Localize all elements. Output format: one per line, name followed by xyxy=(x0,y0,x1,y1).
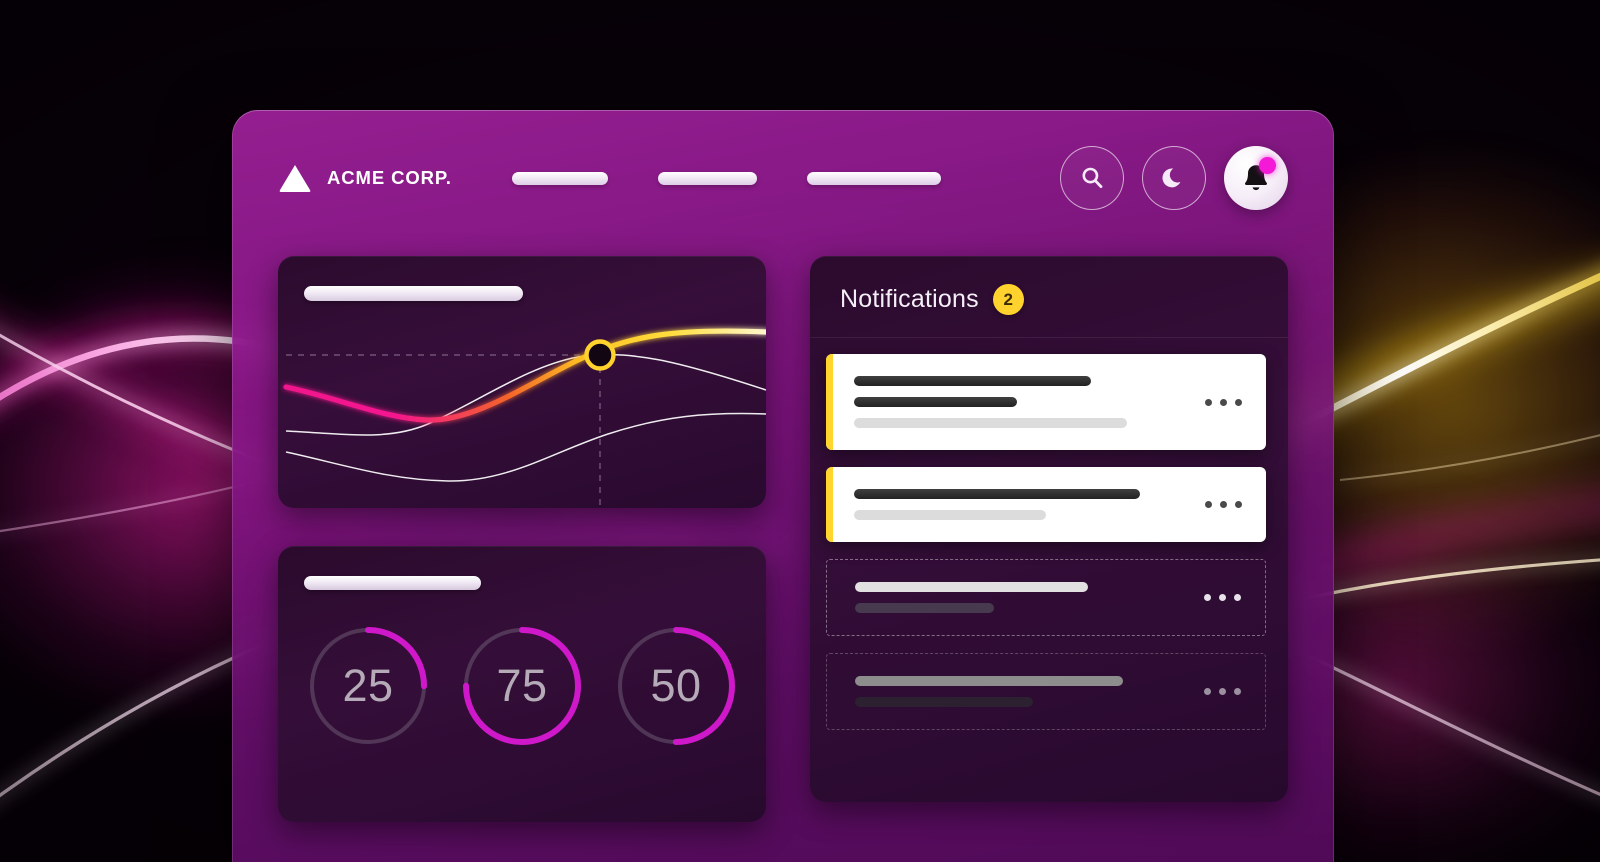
ellipsis-menu-icon[interactable] xyxy=(1204,594,1241,601)
gauge-75-value: 75 xyxy=(496,660,548,711)
search-icon xyxy=(1082,167,1103,189)
notification-content xyxy=(854,376,1179,428)
notification-content xyxy=(854,489,1179,520)
ellipsis-menu-icon[interactable] xyxy=(1204,688,1241,695)
chart-card xyxy=(278,256,766,508)
notification-title-bar xyxy=(855,582,1088,592)
notification-body-bar xyxy=(855,603,994,613)
notifications-header: Notifications 2 xyxy=(810,256,1288,338)
notification-content xyxy=(855,582,1178,613)
gauge-25[interactable]: 25 xyxy=(304,622,432,750)
series-secondary-white-2 xyxy=(285,412,766,482)
left-column: 25 75 50 xyxy=(278,256,766,862)
notification-body-bar xyxy=(854,418,1127,428)
gauge-75[interactable]: 75 xyxy=(458,622,586,750)
notification-title-bar xyxy=(854,376,1092,386)
dark-mode-button[interactable] xyxy=(1142,146,1206,210)
notification-title-bar xyxy=(855,676,1124,686)
ellipsis-menu-icon[interactable] xyxy=(1205,398,1242,406)
brand[interactable]: ACME CORP. xyxy=(278,163,452,193)
notifications-button[interactable] xyxy=(1224,146,1288,210)
search-button[interactable] xyxy=(1060,146,1124,210)
notification-badge-dot xyxy=(1259,157,1276,174)
gauge-50[interactable]: 50 xyxy=(612,622,740,750)
notification-card-read-1[interactable] xyxy=(826,559,1266,636)
gauges-card-title-placeholder xyxy=(304,576,481,590)
series-primary-gradient xyxy=(283,328,766,423)
notifications-count-badge: 2 xyxy=(992,284,1024,315)
nav-placeholders xyxy=(511,171,941,185)
notification-title-bar xyxy=(854,489,1140,499)
notifications-panel: Notifications 2 xyxy=(810,256,1288,802)
series-secondary-white-1 xyxy=(285,353,766,436)
triangle-logo-icon xyxy=(279,165,311,192)
app-header: ACME CORP. xyxy=(232,110,1334,246)
notification-content xyxy=(855,676,1178,707)
notification-body-bar xyxy=(855,697,1033,707)
brand-name: ACME CORP. xyxy=(327,167,452,188)
nav-pill-2[interactable] xyxy=(657,171,757,185)
app-body: 25 75 50 Notifications 2 xyxy=(278,256,1288,862)
nav-pill-3[interactable] xyxy=(806,171,941,185)
gauges-card: 25 75 50 xyxy=(278,546,766,822)
notification-body-bar xyxy=(854,510,1046,520)
line-chart xyxy=(283,328,766,508)
gauge-25-value: 25 xyxy=(342,660,394,711)
gauge-group: 25 75 50 xyxy=(278,622,766,750)
notification-card-unread-2[interactable] xyxy=(826,467,1266,542)
screen: ACME CORP. 25 75 50 Notifications 2 xyxy=(0,0,1600,862)
app-window: ACME CORP. 25 75 50 Notifications 2 xyxy=(232,110,1334,862)
notifications-list xyxy=(810,338,1288,730)
notification-subtitle-bar xyxy=(854,397,1017,407)
right-column: Notifications 2 xyxy=(810,256,1288,862)
notification-card-unread-1[interactable] xyxy=(826,354,1266,450)
moon-icon xyxy=(1162,168,1181,188)
notifications-title: Notifications xyxy=(840,285,979,313)
gauge-50-value: 50 xyxy=(650,660,702,711)
notification-card-read-2[interactable] xyxy=(826,653,1266,730)
chart-marker[interactable] xyxy=(584,339,616,371)
header-actions xyxy=(1060,146,1288,210)
ellipsis-menu-icon[interactable] xyxy=(1205,501,1242,508)
nav-pill-1[interactable] xyxy=(511,171,608,185)
